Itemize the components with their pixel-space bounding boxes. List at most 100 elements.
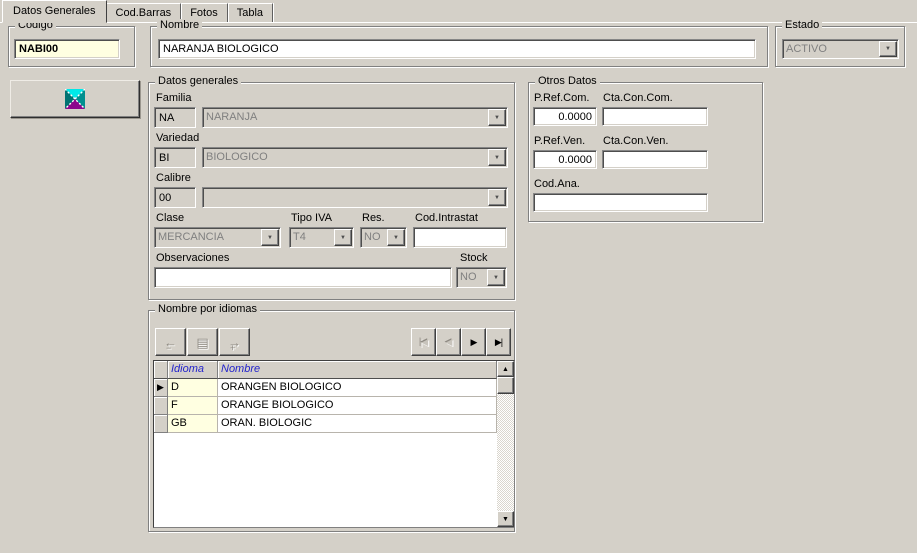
- datos-generales-title: Datos generales: [155, 75, 241, 88]
- chevron-down-icon: ▼: [340, 235, 346, 241]
- add-language-button: →+: [219, 328, 250, 356]
- otros-datos-title: Otros Datos: [535, 75, 600, 88]
- nombre-group-title: Nombre: [157, 19, 202, 32]
- idiomas-group: Nombre por idiomas ←− ▤ →+ |◀ ◀ ▶ ▶|: [148, 310, 515, 532]
- codigo-group: Código: [8, 26, 135, 67]
- chevron-down-icon: ▼: [494, 195, 500, 201]
- nav-prior-button: ◀: [436, 328, 461, 356]
- cod-ana-label: Cod.Ana.: [534, 178, 580, 190]
- res-combobox: NO ▼: [360, 227, 407, 248]
- chevron-down-icon: ▼: [494, 115, 500, 121]
- otros-datos-group: Otros Datos P.Ref.Com. Cta.Con.Com. P.Re…: [528, 82, 763, 222]
- idioma-cell[interactable]: GB: [168, 415, 218, 433]
- edit-language-button: ▤: [187, 328, 218, 356]
- table-row[interactable]: GB ORAN. BIOLOGIC: [154, 415, 497, 433]
- cod-ana-input[interactable]: [533, 193, 708, 212]
- calibre-dropdown-button: ▼: [488, 189, 506, 206]
- calibre-label: Calibre: [156, 172, 191, 184]
- table-row[interactable]: ▶ D ORANGEN BIOLOGICO: [154, 379, 497, 397]
- pref-ven-label: P.Ref.Ven.: [534, 135, 585, 147]
- tab-bar: Datos Generales Cod.Barras Fotos Tabla: [0, 0, 917, 23]
- scroll-down-icon: ▼: [502, 516, 509, 523]
- nombre-cell[interactable]: ORANGE BIOLOGICO: [218, 397, 497, 415]
- languages-grid-body: Idioma Nombre ▶ D ORANGEN BIOLOGICO F OR…: [154, 361, 497, 527]
- stock-combobox: NO ▼: [456, 267, 507, 288]
- pyramid-view-button[interactable]: [10, 80, 140, 118]
- current-row-icon: ▶: [157, 383, 164, 392]
- row-indicator-cell: [154, 415, 168, 433]
- clase-combobox: MERCANCIA ▼: [154, 227, 281, 248]
- grid-scrollbar[interactable]: ▲ ▼: [497, 361, 514, 527]
- right-arrow-plus-icon: →+: [228, 336, 241, 349]
- estado-dropdown-button: ▼: [879, 41, 897, 57]
- scroll-down-button[interactable]: ▼: [497, 511, 514, 527]
- chevron-down-icon: ▼: [493, 275, 499, 281]
- pref-com-label: P.Ref.Com.: [534, 92, 589, 104]
- pref-com-input[interactable]: [533, 107, 597, 126]
- nav-first-button: |◀: [411, 328, 436, 356]
- nav-next-button[interactable]: ▶: [461, 328, 486, 356]
- table-row[interactable]: F ORANGE BIOLOGICO: [154, 397, 497, 415]
- pref-ven-input[interactable]: [533, 150, 597, 169]
- first-record-icon: |◀: [420, 337, 427, 348]
- cod-intrastat-label: Cod.Intrastat: [415, 212, 478, 224]
- product-form-window: Datos Generales Cod.Barras Fotos Tabla C…: [0, 0, 917, 553]
- grid-header-idioma[interactable]: Idioma: [168, 361, 218, 379]
- left-arrow-minus-icon: ←−: [164, 336, 177, 349]
- idiomas-group-title: Nombre por idiomas: [155, 303, 260, 316]
- observaciones-input[interactable]: [154, 267, 452, 288]
- familia-code-field: [154, 107, 196, 128]
- estado-group: Estado ACTIVO ▼: [775, 26, 905, 67]
- tipo-iva-combobox-value: T4: [290, 228, 333, 247]
- scrollbar-track[interactable]: [497, 394, 514, 511]
- grid-header-nombre[interactable]: Nombre: [218, 361, 497, 379]
- datos-generales-group: Datos generales Familia NARANJA ▼ Varied…: [148, 82, 515, 300]
- idioma-cell[interactable]: F: [168, 397, 218, 415]
- res-combobox-value: NO: [361, 228, 386, 247]
- scroll-up-button[interactable]: ▲: [497, 361, 514, 377]
- res-dropdown-button: ▼: [387, 229, 405, 246]
- next-record-icon: ▶: [471, 337, 477, 348]
- remove-language-button: ←−: [155, 328, 186, 356]
- nombre-input[interactable]: [158, 39, 756, 59]
- tab-datos-generales[interactable]: Datos Generales: [2, 0, 107, 23]
- stock-label: Stock: [460, 252, 488, 264]
- estado-group-title: Estado: [782, 19, 822, 32]
- tab-tabla[interactable]: Tabla: [228, 3, 273, 23]
- nombre-cell[interactable]: ORANGEN BIOLOGICO: [218, 379, 497, 397]
- calibre-combobox-value: [203, 188, 487, 207]
- nav-last-button[interactable]: ▶|: [486, 328, 511, 356]
- chevron-down-icon: ▼: [885, 46, 891, 52]
- nombre-cell[interactable]: ORAN. BIOLOGIC: [218, 415, 497, 433]
- row-indicator-cell: ▶: [154, 379, 168, 397]
- clase-label: Clase: [156, 212, 184, 224]
- stock-combobox-value: NO: [457, 268, 486, 287]
- stock-dropdown-button: ▼: [487, 269, 505, 286]
- clase-dropdown-button: ▼: [261, 229, 279, 246]
- tipo-iva-combobox: T4 ▼: [289, 227, 354, 248]
- res-label: Res.: [362, 212, 385, 224]
- codigo-input[interactable]: [14, 39, 120, 59]
- grid-header-row: Idioma Nombre: [154, 361, 497, 379]
- languages-grid: Idioma Nombre ▶ D ORANGEN BIOLOGICO F OR…: [153, 360, 515, 528]
- idioma-cell[interactable]: D: [168, 379, 218, 397]
- observaciones-label: Observaciones: [156, 252, 229, 264]
- cta-con-com-input[interactable]: [602, 107, 708, 126]
- calibre-code-field: [154, 187, 196, 208]
- form-edit-icon: ▤: [196, 336, 208, 349]
- chevron-down-icon: ▼: [494, 155, 500, 161]
- last-record-icon: ▶|: [495, 337, 502, 348]
- clase-combobox-value: MERCANCIA: [155, 228, 260, 247]
- grid-header-gutter: [154, 361, 168, 379]
- variedad-combobox-value: BIOLOGICO: [203, 148, 487, 167]
- estado-combobox-value: ACTIVO: [783, 40, 878, 58]
- nombre-group: Nombre: [150, 26, 768, 67]
- cta-con-ven-input[interactable]: [602, 150, 708, 169]
- cod-intrastat-input[interactable]: [413, 227, 507, 248]
- variedad-label: Variedad: [156, 132, 199, 144]
- scroll-up-icon: ▲: [502, 366, 509, 373]
- scrollbar-thumb[interactable]: [497, 377, 514, 394]
- familia-label: Familia: [156, 92, 191, 104]
- tipo-iva-dropdown-button: ▼: [334, 229, 352, 246]
- cta-con-ven-label: Cta.Con.Ven.: [603, 135, 668, 147]
